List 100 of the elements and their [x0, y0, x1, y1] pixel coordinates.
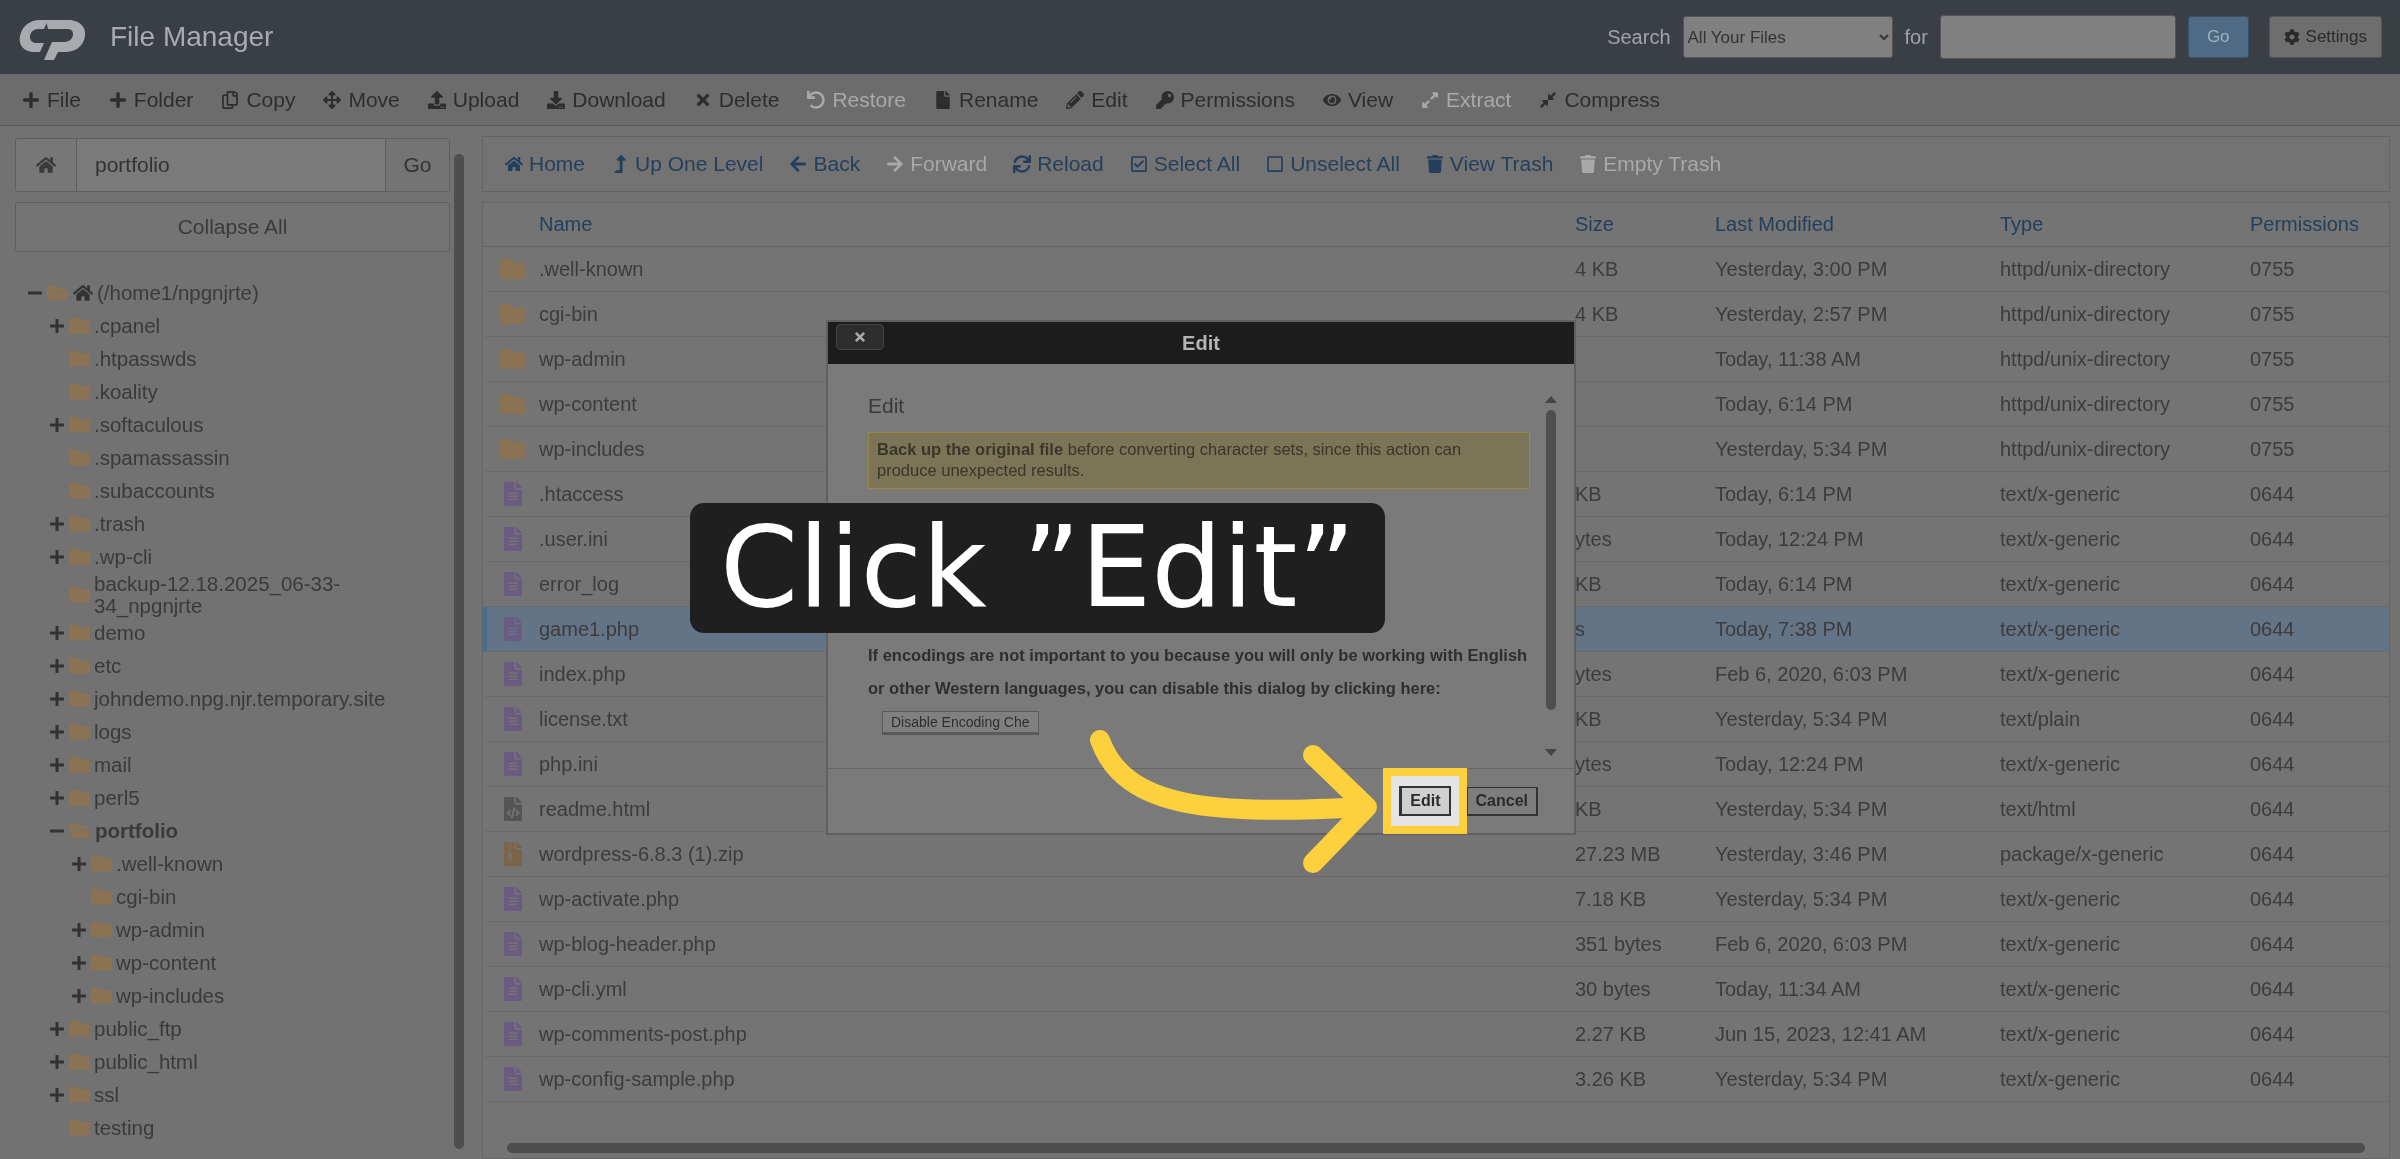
plus-icon[interactable] — [49, 624, 65, 641]
plus-icon[interactable] — [49, 789, 65, 806]
cancel-button[interactable]: Cancel — [1466, 786, 1538, 816]
nav-button[interactable]: Unselect All — [1254, 146, 1412, 182]
column-header[interactable]: Size — [1575, 203, 1715, 247]
plus-icon[interactable] — [49, 690, 65, 707]
folder-icon — [500, 391, 526, 417]
plus-icon[interactable] — [49, 657, 65, 674]
table-cell: 4 KB — [1575, 247, 1715, 292]
copy-icon — [221, 90, 240, 109]
plus-icon[interactable] — [49, 1053, 65, 1070]
scroll-up-icon[interactable] — [1544, 394, 1558, 404]
toolbar-button[interactable]: Compress — [1527, 81, 1673, 118]
plus-icon[interactable] — [71, 921, 87, 938]
tree-item[interactable]: backup-12.18.2025_06-33-34_npgnjrte — [27, 573, 450, 617]
tree-item[interactable]: demo — [27, 616, 450, 650]
dialog-heading: Edit — [868, 394, 906, 418]
table-cell: package/x-generic — [2000, 832, 2250, 877]
toolbar-button[interactable]: View — [1310, 81, 1406, 118]
toolbar-button[interactable]: Rename — [921, 81, 1051, 118]
tree-item[interactable]: public_ftp — [27, 1012, 450, 1046]
toolbar-button[interactable]: Edit — [1054, 81, 1140, 118]
toolbar-button[interactable]: Copy — [209, 81, 308, 118]
plus-icon[interactable] — [49, 756, 65, 773]
tree-item[interactable]: .well-known — [27, 847, 450, 881]
scrollbar-thumb[interactable] — [1546, 410, 1556, 710]
upload-icon — [427, 90, 446, 109]
arrow-right-icon — [886, 155, 905, 173]
tree-item[interactable]: .softaculous — [27, 408, 450, 441]
tree-item[interactable]: johndemo.npg.njr.temporary.site — [27, 682, 450, 716]
nav-button[interactable]: Select All — [1117, 146, 1253, 182]
nav-button[interactable]: Back — [777, 146, 873, 182]
toolbar-button[interactable]: Download — [535, 81, 678, 118]
nav-button[interactable]: View Trash — [1413, 146, 1566, 182]
tree-item[interactable]: .subaccounts — [27, 474, 450, 507]
plus-icon[interactable] — [71, 954, 87, 971]
search-scope-select[interactable]: All Your Files — [1682, 16, 1893, 58]
collapse-all-button[interactable]: Collapse All — [15, 202, 450, 252]
nav-button[interactable]: Up One Level — [599, 146, 776, 182]
plus-icon[interactable] — [49, 548, 65, 565]
tree-item[interactable]: mail — [27, 748, 450, 782]
path-field[interactable]: portfolio Go — [15, 138, 450, 192]
go-button[interactable]: Go — [385, 139, 449, 191]
tree-item[interactable]: public_html — [27, 1045, 450, 1079]
toolbar-button[interactable]: Delete — [681, 81, 792, 118]
scrollbar-thumb[interactable] — [454, 154, 464, 1149]
plus-icon[interactable] — [49, 416, 65, 433]
tree-item[interactable]: testing — [27, 1111, 450, 1145]
folder-icon — [69, 513, 90, 534]
tree-item[interactable]: .cpanel — [27, 309, 450, 342]
column-header[interactable]: Last Modified — [1715, 203, 2000, 247]
code-file-icon — [501, 797, 525, 821]
table-cell: 0644 — [2250, 652, 2389, 697]
table-cell: Today, 6:14 PM — [1715, 472, 2000, 517]
tree-item[interactable]: wp-includes — [27, 979, 450, 1013]
settings-button[interactable]: Settings — [2268, 16, 2382, 58]
edit-button[interactable]: Edit — [1399, 786, 1451, 816]
table-cell: 0644 — [2250, 742, 2389, 787]
close-button[interactable] — [836, 324, 884, 350]
tree-item[interactable]: cgi-bin — [27, 880, 450, 914]
column-header[interactable]: Type — [2000, 203, 2250, 247]
search-field[interactable] — [1939, 15, 2176, 59]
toolbar-button[interactable]: Upload — [415, 81, 532, 118]
scrollbar-thumb[interactable] — [507, 1143, 2365, 1153]
toolbar-button[interactable]: Folder — [96, 81, 206, 118]
table-cell: 0644 — [2250, 607, 2389, 652]
plus-icon[interactable] — [71, 855, 87, 872]
tree-item[interactable]: .trash — [27, 507, 450, 540]
plus-icon[interactable] — [49, 1086, 65, 1103]
tree-item[interactable]: .wp-cli — [27, 540, 450, 573]
toolbar-button[interactable]: File — [10, 81, 93, 118]
file-icon — [501, 977, 525, 1001]
tree-item[interactable]: wp-content — [27, 946, 450, 980]
column-header[interactable]: Name — [539, 203, 1575, 247]
disable-encoding-button[interactable]: Disable Encoding Che — [882, 710, 1039, 735]
plus-icon[interactable] — [49, 317, 65, 334]
plus-icon[interactable] — [49, 515, 65, 532]
scroll-down-icon[interactable] — [1544, 748, 1558, 758]
tree-item[interactable]: wp-admin — [27, 913, 450, 947]
file-icon — [501, 1022, 525, 1046]
tree-item[interactable]: portfolio — [27, 814, 450, 848]
tree-item[interactable]: etc — [27, 649, 450, 683]
tree-item[interactable]: (/home1/npgnjrte) — [27, 276, 450, 309]
column-header[interactable]: Permissions — [2250, 203, 2389, 247]
plus-icon[interactable] — [49, 723, 65, 740]
toolbar-button[interactable]: Move — [311, 81, 412, 118]
toolbar-button[interactable]: Permissions — [1143, 81, 1307, 118]
nav-button[interactable]: Reload — [1001, 146, 1116, 182]
plus-icon[interactable] — [71, 987, 87, 1004]
tree-item[interactable]: perl5 — [27, 781, 450, 815]
tree-item[interactable]: .htpasswds — [27, 342, 450, 375]
plus-icon — [22, 90, 40, 109]
tree-item[interactable]: .spamassassin — [27, 441, 450, 474]
nav-button[interactable]: Home — [493, 146, 598, 182]
go-button[interactable]: Go — [2187, 16, 2249, 58]
tree-item[interactable]: .koality — [27, 375, 450, 408]
tree-item[interactable]: logs — [27, 715, 450, 749]
plus-icon[interactable] — [49, 1020, 65, 1037]
tree-item[interactable]: ssl — [27, 1078, 450, 1112]
expand-icon — [1421, 90, 1440, 109]
